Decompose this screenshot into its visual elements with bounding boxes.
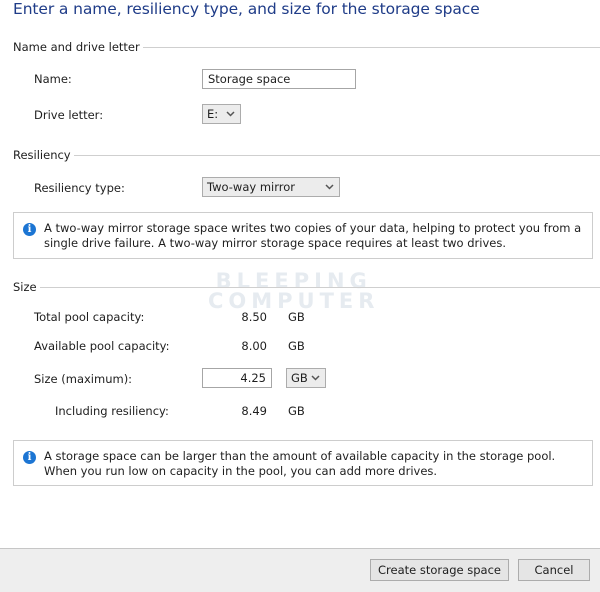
size-unit-select[interactable]: GB xyxy=(286,368,326,388)
divider xyxy=(39,286,600,288)
name-input[interactable]: Storage space xyxy=(202,69,356,89)
chevron-down-icon xyxy=(325,184,334,190)
create-storage-space-button[interactable]: Create storage space xyxy=(370,559,509,581)
including-resiliency-unit: GB xyxy=(288,404,305,418)
section-resiliency: Resiliency xyxy=(13,147,600,163)
section-size: Size xyxy=(13,279,600,295)
drive-letter-label: Drive letter: xyxy=(34,108,104,122)
divider xyxy=(142,46,600,48)
chevron-down-icon xyxy=(311,375,320,381)
drive-letter-value: E: xyxy=(207,107,219,121)
info-icon: i xyxy=(23,223,36,236)
name-label: Name: xyxy=(34,72,72,86)
section-heading: Size xyxy=(13,280,37,294)
available-pool-capacity-value: 8.00 xyxy=(241,339,267,353)
section-name-drive-letter: Name and drive letter xyxy=(13,39,600,55)
section-heading: Name and drive letter xyxy=(13,40,140,54)
section-heading: Resiliency xyxy=(13,148,71,162)
total-pool-capacity-value: 8.50 xyxy=(241,310,267,324)
size-unit-value: GB xyxy=(291,371,308,385)
available-pool-capacity-unit: GB xyxy=(288,339,305,353)
resiliency-type-value: Two-way mirror xyxy=(207,180,296,194)
size-maximum-label: Size (maximum): xyxy=(34,372,133,386)
info-icon: i xyxy=(23,451,36,464)
footer-bar xyxy=(0,548,600,592)
page-title: Enter a name, resiliency type, and size … xyxy=(13,0,480,18)
resiliency-type-select[interactable]: Two-way mirror xyxy=(202,177,340,197)
resiliency-info-box: i A two-way mirror storage space writes … xyxy=(13,212,593,259)
size-info-box: i A storage space can be larger than the… xyxy=(13,440,593,486)
resiliency-info-text: A two-way mirror storage space writes tw… xyxy=(44,221,582,250)
including-resiliency-value: 8.49 xyxy=(241,404,267,418)
total-pool-capacity-unit: GB xyxy=(288,310,305,324)
drive-letter-select[interactable]: E: xyxy=(202,104,241,124)
size-input[interactable]: 4.25 xyxy=(202,368,272,388)
cancel-button[interactable]: Cancel xyxy=(518,559,590,581)
including-resiliency-label: Including resiliency: xyxy=(55,404,169,418)
chevron-down-icon xyxy=(226,111,235,117)
resiliency-type-label: Resiliency type: xyxy=(34,181,125,195)
total-pool-capacity-label: Total pool capacity: xyxy=(34,310,145,324)
divider xyxy=(73,154,600,156)
size-info-text: A storage space can be larger than the a… xyxy=(44,449,556,478)
available-pool-capacity-label: Available pool capacity: xyxy=(34,339,170,353)
